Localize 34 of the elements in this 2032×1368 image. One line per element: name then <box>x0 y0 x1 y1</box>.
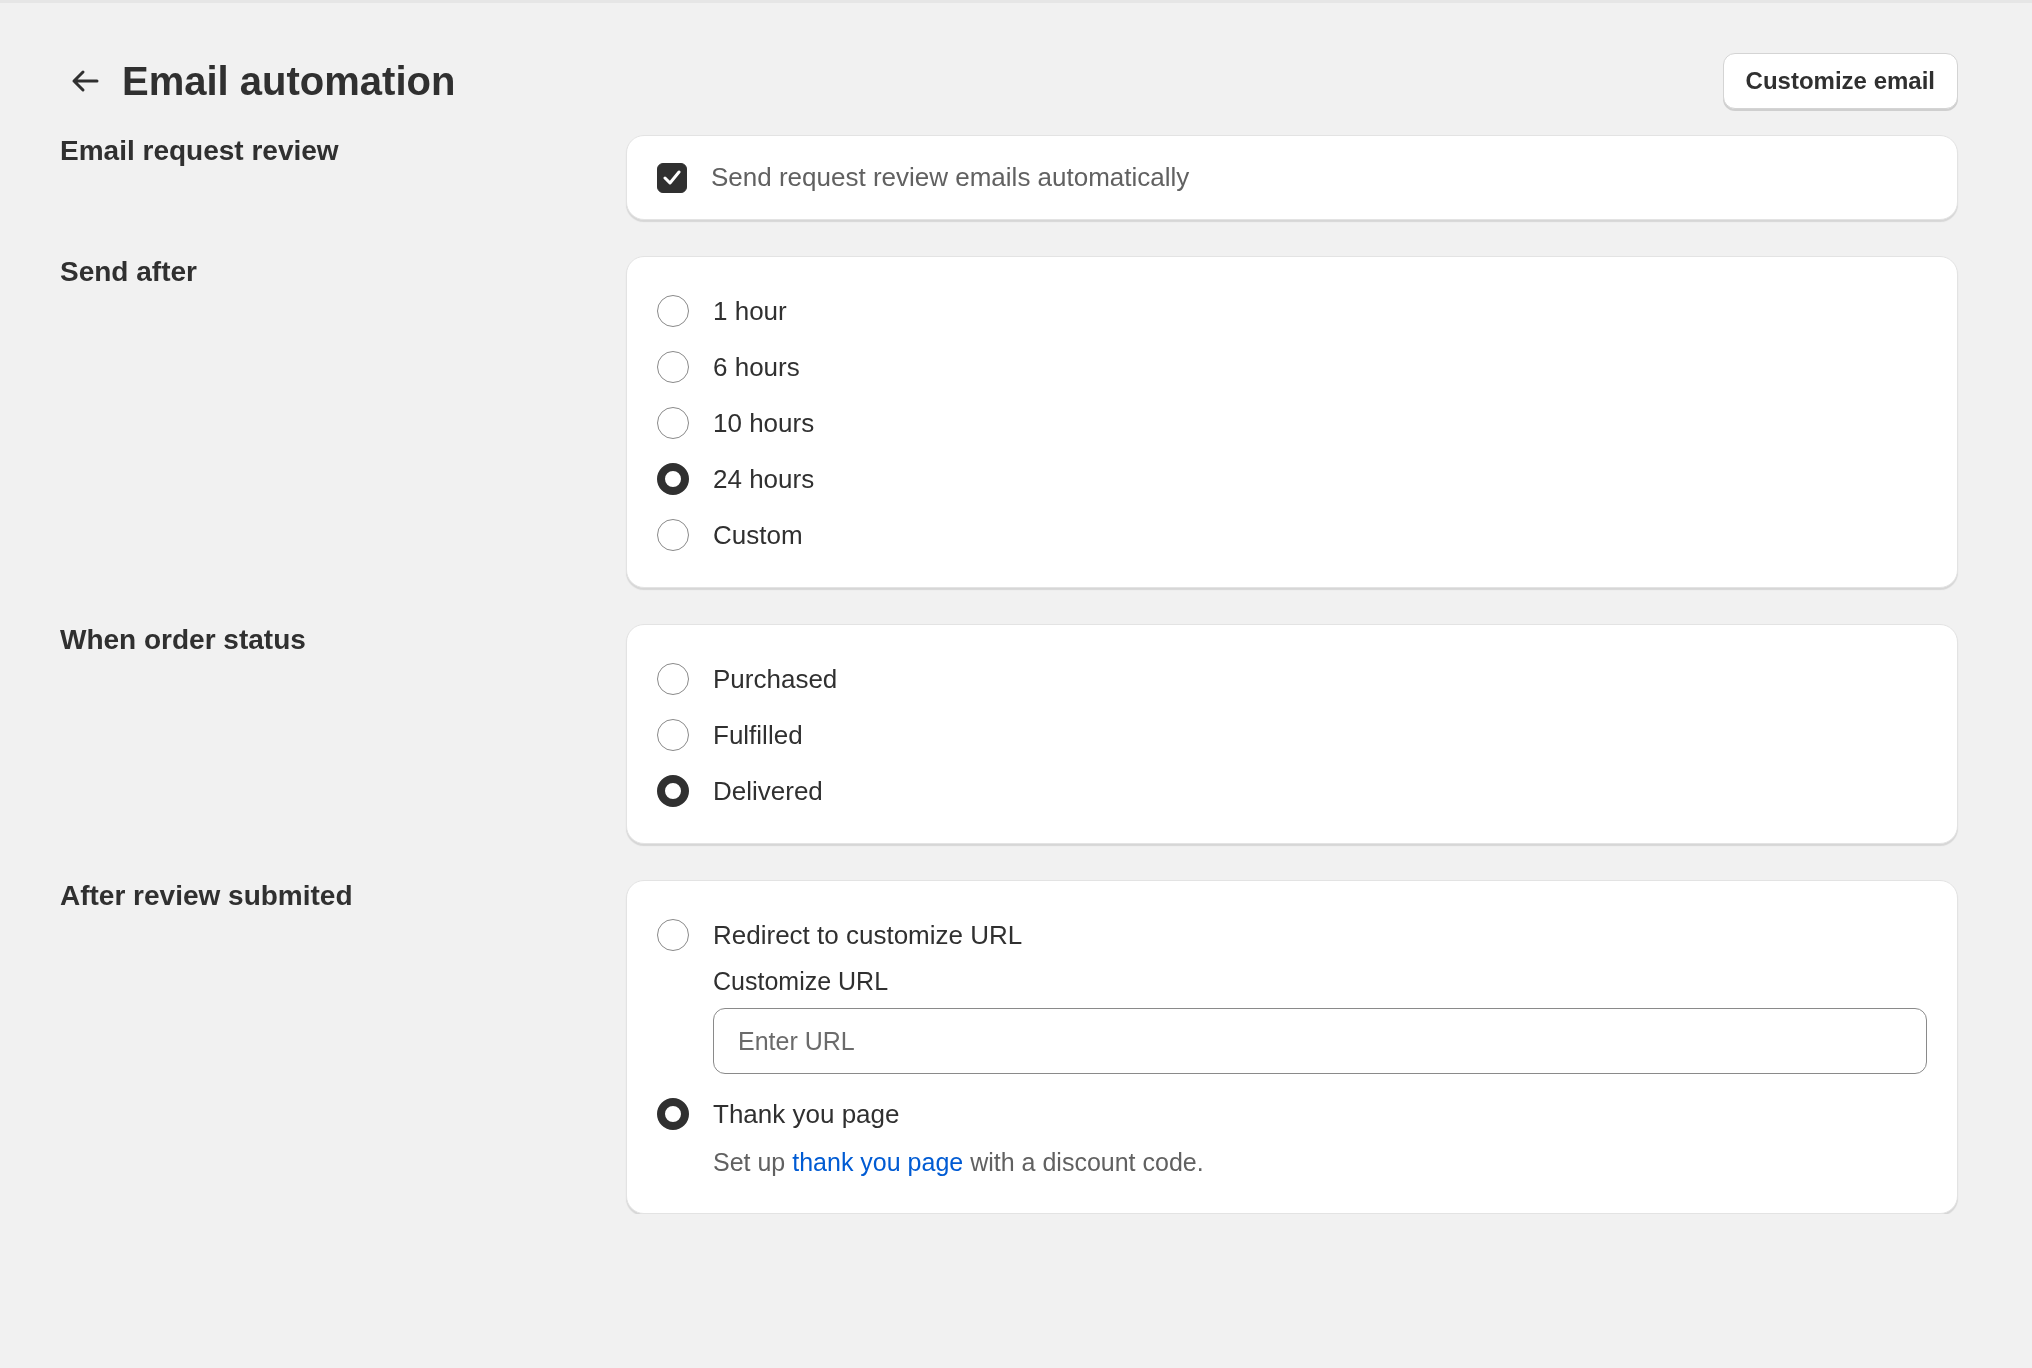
radio-button[interactable] <box>657 663 689 695</box>
checkbox[interactable] <box>657 162 687 193</box>
radio-button[interactable] <box>657 351 689 383</box>
checkmark-icon <box>663 169 681 186</box>
radio-option[interactable]: 6 hours <box>657 351 1927 383</box>
radio-option[interactable]: Redirect to customize URL <box>657 919 1927 951</box>
url-input-field[interactable]: Enter URL <box>713 1008 1927 1074</box>
radio-option[interactable]: Purchased <box>657 663 1927 695</box>
radio-option[interactable]: Custom <box>657 519 1927 551</box>
radio-button[interactable] <box>657 1098 689 1130</box>
radio-option[interactable]: 24 hours <box>657 463 1927 495</box>
radio-button[interactable] <box>657 719 689 751</box>
radio-button[interactable] <box>657 775 689 807</box>
thank-you-page-link[interactable]: thank you page <box>792 1148 964 1176</box>
section-label: Email request review <box>60 135 339 166</box>
section-label: After review submited <box>60 880 353 911</box>
radio-option[interactable]: Fulfilled <box>657 719 1927 751</box>
field-label: Customize URL <box>713 967 890 996</box>
radio-button[interactable] <box>657 463 689 495</box>
radio-option[interactable]: Delivered <box>657 775 1927 807</box>
back-arrow-icon[interactable] <box>70 69 100 93</box>
helper-text: Set up thank you page with a discount code. <box>713 1148 1205 1177</box>
page-title: Email automation <box>122 58 456 104</box>
customize-email-button[interactable]: Customize email <box>1722 53 1958 109</box>
radio-button[interactable] <box>657 919 689 951</box>
radio-button[interactable] <box>657 407 689 439</box>
radio-option[interactable]: Thank you page <box>657 1098 1927 1130</box>
checkbox-option[interactable]: Send request review emails automatically <box>657 162 1927 193</box>
section-label: Send after <box>60 256 197 287</box>
radio-button[interactable] <box>657 519 689 551</box>
radio-option[interactable]: 10 hours <box>657 407 1927 439</box>
radio-button[interactable] <box>657 295 689 327</box>
section-label: When order status <box>60 624 306 655</box>
radio-option[interactable]: 1 hour <box>657 295 1927 327</box>
